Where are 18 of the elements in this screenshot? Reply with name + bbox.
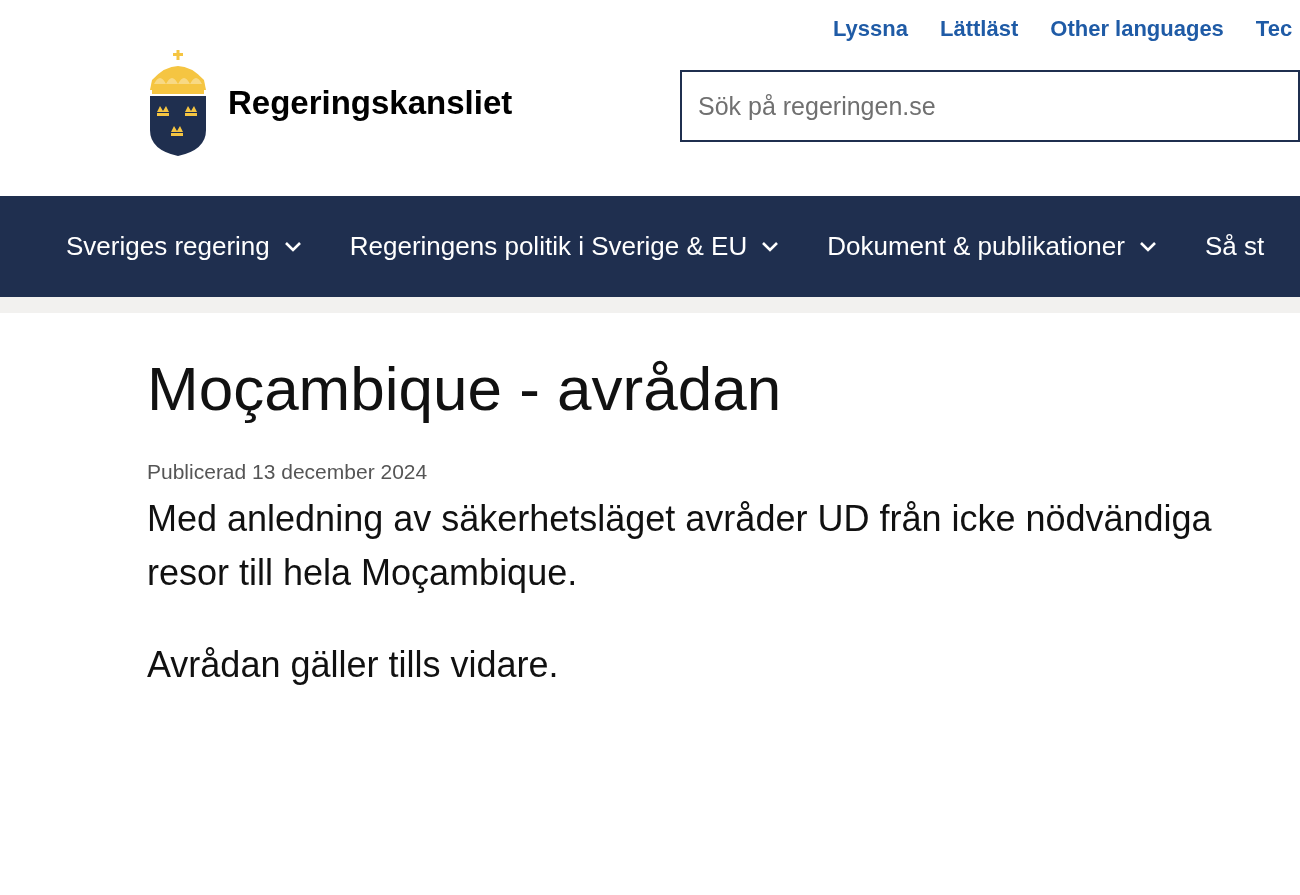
paragraph: Avrådan gäller tills vidare.	[147, 643, 560, 687]
search-field[interactable]: Sök på regeringen.se	[680, 70, 1300, 142]
chevron-down-icon	[283, 241, 302, 252]
top-link[interactable]: Tec	[1255, 16, 1293, 46]
top-link[interactable]: Other languages	[1050, 16, 1224, 46]
nav-menu-item[interactable]: Dokument & publikationer	[827, 231, 1157, 262]
publish-date: Publicerad 13 december 2024	[147, 460, 429, 484]
page-title: Moçambique - avrådan	[147, 353, 783, 424]
site-name: Regeringskansliet	[228, 84, 513, 122]
paragraph: Med anledning av säkerhetsläget avråder UD från icke nödvändiga resor till hela Moçambique.	[147, 497, 1213, 595]
top-link[interactable]: Lättläst	[940, 16, 1019, 46]
nav-menu-item[interactable]: Så st	[1204, 231, 1265, 262]
nav-menu-item[interactable]: Regeringens politik i Sverige & EU	[349, 231, 780, 262]
nav-menu-item[interactable]: Sveriges regering	[66, 231, 302, 262]
chevron-down-icon	[1138, 241, 1157, 252]
crest-logo-icon	[148, 50, 208, 156]
chevron-down-icon	[761, 241, 780, 252]
top-link[interactable]: Lyssna	[833, 16, 908, 46]
